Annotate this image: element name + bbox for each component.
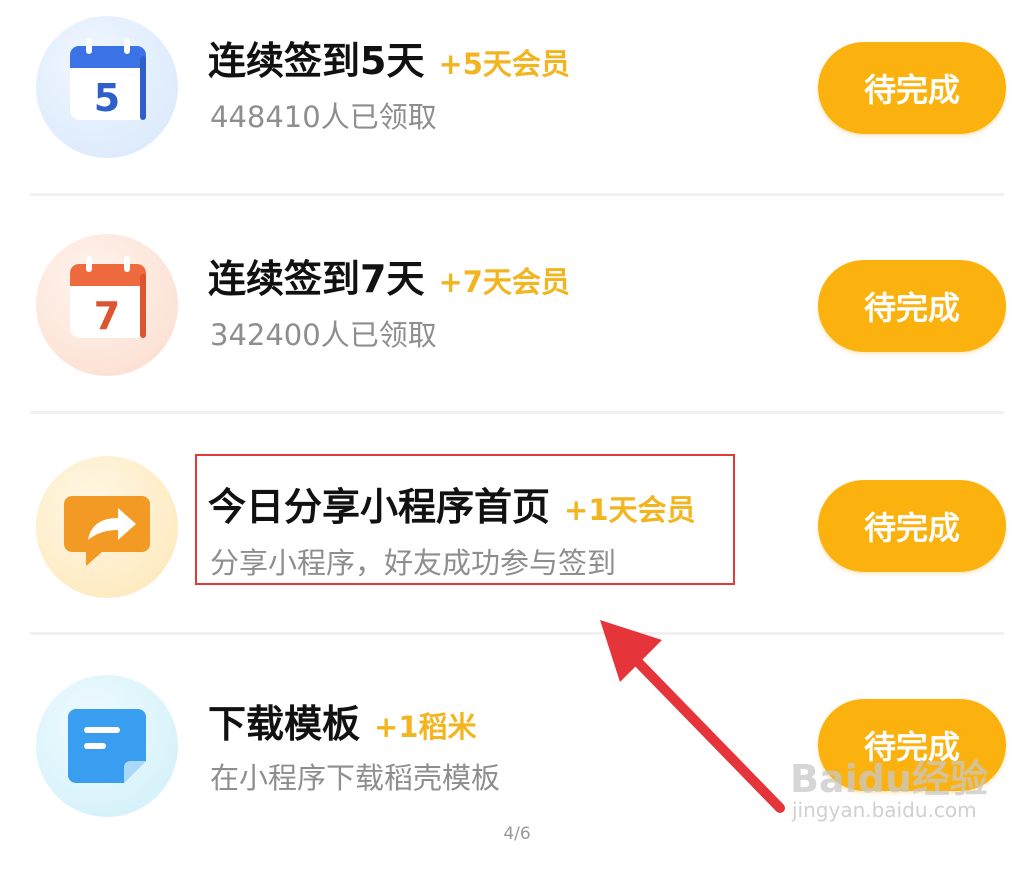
calendar-day-number: 5 <box>94 76 120 120</box>
pointer-arrow-icon <box>600 620 785 813</box>
task-title: 连续签到5天 <box>208 39 425 83</box>
task-title-row: 连续签到5天 +5天会员 <box>208 30 570 85</box>
pending-button[interactable]: 待完成 <box>818 42 1006 134</box>
page-indicator: 4/6 <box>503 824 531 844</box>
calendar-day-number: 7 <box>94 294 120 338</box>
share-icon <box>36 456 178 598</box>
pending-button[interactable]: 待完成 <box>818 260 1006 352</box>
task-description: 在小程序下载稻壳模板 <box>210 761 501 795</box>
task-reward: +7天会员 <box>438 265 570 299</box>
watermark-url: jingyan.baidu.com <box>792 798 977 822</box>
task-title-row: 连续签到7天 +7天会员 <box>208 248 570 303</box>
task-title: 连续签到7天 <box>208 257 425 301</box>
task-claim-count: 448410人已领取 <box>210 100 437 134</box>
pending-button[interactable]: 待完成 <box>818 480 1006 572</box>
task-title: 下载模板 <box>208 702 361 746</box>
task-reward: +5天会员 <box>438 47 570 81</box>
task-reward: +1稻米 <box>374 710 477 744</box>
task-title-row: 下载模板 +1稻米 <box>208 693 477 748</box>
divider <box>30 411 1004 414</box>
task-claim-count: 342400人已领取 <box>210 318 437 352</box>
watermark-brand: Baidu经验 <box>790 757 988 801</box>
divider <box>30 632 1004 635</box>
document-icon <box>36 675 178 817</box>
task-item-signin-7-days: 7 连续签到7天 +7天会员 342400人已领取 待完成 <box>0 218 1034 436</box>
baidu-jingyan-watermark: Baidu经验 jingyan.baidu.com <box>784 748 994 828</box>
calendar-icon: 5 <box>36 16 178 158</box>
task-item-signin-5-days: 5 连续签到5天 +5天会员 448410人已领取 待完成 <box>0 0 1034 218</box>
divider <box>30 193 1004 196</box>
highlight-box <box>195 454 735 585</box>
calendar-icon: 7 <box>36 234 178 376</box>
